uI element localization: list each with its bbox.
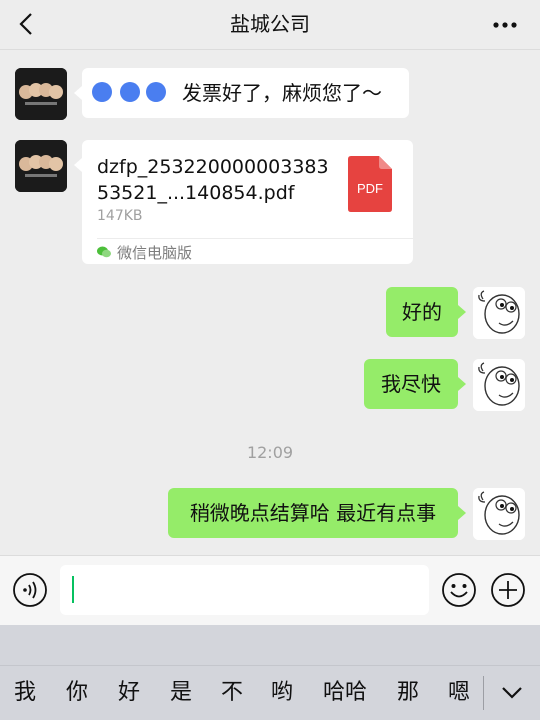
avatar[interactable] (15, 68, 67, 120)
voice-icon[interactable] (12, 572, 48, 608)
text-caret (72, 576, 74, 603)
file-message-card[interactable]: dzfp_25322000000338353521_...140854.pdf … (82, 140, 413, 264)
pdf-file-icon: PDF (348, 156, 392, 212)
file-source: 微信电脑版 (117, 244, 193, 262)
suggestion-item[interactable]: 我 (14, 678, 36, 708)
keyboard-toolbar (0, 625, 540, 665)
avatar[interactable] (473, 359, 525, 411)
message-text: 发票好了，麻烦您了～ (182, 81, 382, 105)
message-bubble[interactable]: 我尽快 (364, 359, 458, 409)
avatar[interactable] (15, 140, 67, 192)
keyboard-suggestion-bar: 我 你 好 是 不 哟 哈哈 那 嗯 (0, 665, 540, 720)
top-bar: 盐城公司 (0, 0, 540, 50)
pdf-badge: PDF (357, 181, 383, 196)
redacted-name (146, 82, 166, 102)
file-size: 147KB (97, 208, 143, 224)
suggestion-item[interactable]: 哟 (271, 678, 293, 708)
bubble-tail (74, 86, 82, 100)
timestamp: 12:09 (246, 443, 294, 462)
avatar[interactable] (473, 488, 525, 540)
suggestion-item[interactable]: 哈哈 (323, 678, 367, 708)
message-bubble[interactable]: 发票好了，麻烦您了～ (82, 68, 409, 118)
avatar-image (473, 359, 525, 411)
avatar-image (473, 488, 525, 540)
suggestion-item[interactable]: 那 (397, 678, 419, 708)
avatar-image (473, 287, 525, 339)
message-input[interactable] (60, 565, 429, 615)
avatar-image (15, 68, 67, 120)
wechat-icon (97, 246, 111, 258)
redacted-name (92, 82, 112, 102)
bubble-tail (74, 158, 82, 172)
avatar-image (15, 140, 67, 192)
chevron-down-icon[interactable] (500, 680, 524, 704)
suggestion-item[interactable]: 好 (118, 678, 140, 708)
message-bubble[interactable]: 稍微晚点结算哈 最近有点事 (168, 488, 458, 538)
input-bar (0, 555, 540, 625)
redacted-name (120, 82, 140, 102)
suggestion-item[interactable]: 不 (221, 678, 243, 708)
avatar[interactable] (473, 287, 525, 339)
divider (483, 676, 484, 710)
suggestion-item[interactable]: 你 (66, 678, 88, 708)
file-name: dzfp_25322000000338353521_...140854.pdf (97, 156, 329, 204)
bubble-tail (458, 377, 466, 391)
emoji-icon[interactable] (441, 572, 477, 608)
bubble-tail (458, 506, 466, 520)
plus-icon[interactable] (490, 572, 526, 608)
chat-title: 盐城公司 (230, 12, 310, 36)
message-bubble[interactable]: 好的 (386, 287, 458, 337)
bubble-tail (458, 305, 466, 319)
divider (97, 238, 413, 239)
suggestion-item[interactable]: 嗯 (448, 678, 470, 708)
more-dots-icon[interactable] (492, 21, 518, 29)
suggestion-item[interactable]: 是 (170, 678, 192, 708)
